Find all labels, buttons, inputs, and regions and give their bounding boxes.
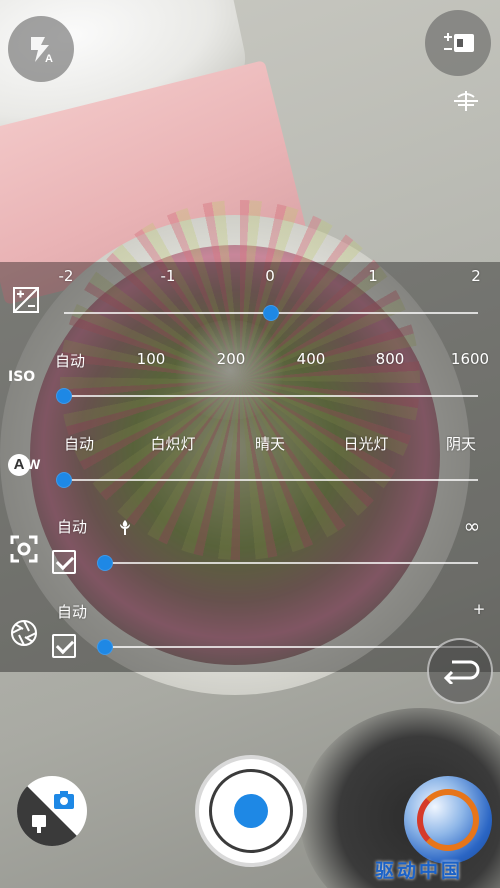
exposure-tick[interactable]: -2 (59, 267, 74, 285)
exposure-tick[interactable]: 2 (471, 267, 481, 285)
shutter-button[interactable] (195, 755, 307, 867)
iso-tick[interactable]: 200 (217, 350, 246, 368)
exposure-tick[interactable]: -1 (161, 267, 176, 285)
white-balance-icon-letter2: W (27, 456, 41, 472)
focus-slider-track[interactable] (104, 562, 478, 564)
iso-slider-thumb[interactable] (56, 388, 72, 404)
iso-icon: ISO (8, 369, 36, 385)
exposure-slider-thumb[interactable] (263, 305, 279, 321)
focus-auto-label: 自动 (57, 518, 88, 536)
iso-tick[interactable]: 100 (137, 350, 166, 368)
shutter-auto-checkbox[interactable] (52, 634, 76, 658)
white-balance-tick[interactable]: 晴天 (255, 433, 285, 454)
focus-icon (10, 535, 38, 567)
iso-tick[interactable]: 自动 (55, 350, 85, 371)
watermark-logo-ring (417, 789, 479, 851)
flash-auto-icon: A (31, 37, 53, 65)
iso-tick[interactable]: 400 (297, 350, 326, 368)
focus-infinity-label: ∞ (463, 514, 481, 538)
shutter-slider-track[interactable] (104, 646, 478, 648)
video-camera-icon (32, 815, 46, 833)
white-balance-slider-track[interactable] (64, 479, 478, 481)
mode-toggle-dark-half (17, 776, 87, 846)
svg-text:A: A (45, 53, 53, 65)
watermark-logo (404, 776, 492, 864)
exposure-tick[interactable]: 0 (265, 267, 275, 285)
shutter-auto-label: 自动 (57, 603, 88, 621)
iso-slider-track[interactable] (64, 395, 478, 397)
white-balance-tick[interactable]: 白炽灯 (150, 433, 195, 454)
manual-controls-panel: -2 -1 0 1 2 自动 100 200 400 800 1600 ISO … (0, 262, 500, 672)
iso-tick[interactable]: 800 (376, 350, 405, 368)
aperture-icon (10, 619, 38, 651)
shutter-dot (234, 794, 268, 828)
focus-auto-checkbox[interactable] (52, 550, 76, 574)
watermark-text: 驱动中国 (375, 860, 464, 882)
level-icon (454, 91, 478, 111)
macro-flower-icon (117, 518, 133, 540)
back-button[interactable] (427, 638, 493, 704)
back-icon (443, 660, 480, 684)
white-balance-tick[interactable]: 日光灯 (343, 433, 388, 454)
shutter-slider-thumb[interactable] (97, 639, 113, 655)
settings-icon (444, 33, 474, 52)
photo-camera-icon (54, 791, 74, 809)
white-balance-icon: A W (8, 454, 44, 478)
white-balance-slider-thumb[interactable] (56, 472, 72, 488)
level-button[interactable] (450, 88, 480, 114)
flash-button[interactable]: A (8, 16, 74, 82)
exposure-tick[interactable]: 1 (368, 267, 378, 285)
iso-tick[interactable]: 1600 (451, 350, 489, 368)
focus-slider-thumb[interactable] (97, 555, 113, 571)
settings-button[interactable] (425, 10, 491, 76)
camera-mode-toggle[interactable] (17, 776, 87, 846)
exposure-compensation-icon (12, 286, 40, 318)
white-balance-tick[interactable]: 自动 (64, 433, 94, 454)
shutter-plus-label: + (472, 600, 486, 618)
white-balance-tick[interactable]: 阴天 (446, 433, 476, 454)
